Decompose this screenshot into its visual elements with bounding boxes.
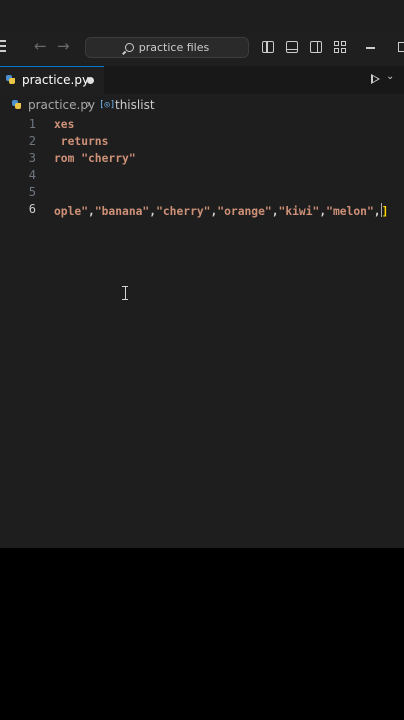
string-token: "banana": [94, 205, 150, 218]
unsaved-dot-icon[interactable]: [87, 77, 94, 84]
menu-icon[interactable]: [0, 40, 8, 54]
customize-layout-icon[interactable]: [334, 41, 347, 54]
vscode-window: ← → practice files practice.py ⌄ practic…: [0, 0, 404, 548]
string-token: "melon": [326, 205, 374, 218]
ibeam-cursor-icon: [122, 286, 128, 300]
chevron-down-icon[interactable]: ⌄: [386, 71, 394, 82]
string-token: "cherry": [156, 205, 211, 218]
variable-icon: [◎]: [99, 100, 116, 110]
title-bar: ← → practice files: [0, 34, 404, 62]
line-number-active: 6: [28, 202, 36, 216]
run-icon[interactable]: [371, 74, 380, 84]
line-number: 1: [28, 117, 36, 131]
breadcrumb: practice.py › [◎] thislist: [0, 96, 404, 116]
comma-token: ,: [88, 205, 95, 218]
tab-bar: practice.py ⌄: [0, 66, 404, 94]
code-line-active[interactable]: ople","banana","cherry","orange","kiwi",…: [54, 203, 388, 218]
restore-icon[interactable]: [398, 42, 404, 52]
line-number: 4: [28, 168, 36, 182]
search-label: practice files: [138, 41, 210, 54]
chevron-right-icon: ›: [86, 97, 91, 111]
toggle-primary-sidebar-icon[interactable]: [262, 41, 274, 53]
toggle-panel-icon[interactable]: [286, 41, 298, 53]
string-token: "kiwi": [278, 205, 320, 218]
minimize-icon[interactable]: [366, 47, 375, 49]
string-token: "orange": [217, 205, 272, 218]
code-editor[interactable]: 1 xes 2 returns 3 rom "cherry" 4 5 6 opl…: [0, 116, 404, 548]
line-number: 2: [28, 134, 36, 148]
python-file-icon: [12, 100, 21, 109]
line-number: 5: [28, 185, 36, 199]
search-icon: [124, 43, 134, 52]
line-number: 3: [28, 151, 36, 165]
command-center-search[interactable]: practice files: [85, 37, 249, 58]
string-token: ople": [54, 205, 89, 218]
comma-token: ,: [271, 205, 279, 218]
breadcrumb-file[interactable]: practice.py: [28, 98, 95, 112]
python-file-icon: [6, 75, 15, 84]
bracket-token: ]: [381, 205, 389, 218]
arrow-left-icon[interactable]: ←: [34, 37, 47, 55]
arrow-right-icon[interactable]: →: [57, 37, 70, 55]
tab-practice-py[interactable]: practice.py: [0, 66, 104, 94]
tab-label: practice.py: [22, 73, 90, 87]
code-line[interactable]: returns: [54, 135, 109, 148]
breadcrumb-symbol[interactable]: thislist: [115, 98, 155, 112]
comma-token: ,: [373, 205, 381, 218]
code-line[interactable]: xes: [54, 118, 74, 131]
code-line[interactable]: rom "cherry": [54, 152, 136, 165]
toggle-secondary-sidebar-icon[interactable]: [310, 41, 322, 53]
